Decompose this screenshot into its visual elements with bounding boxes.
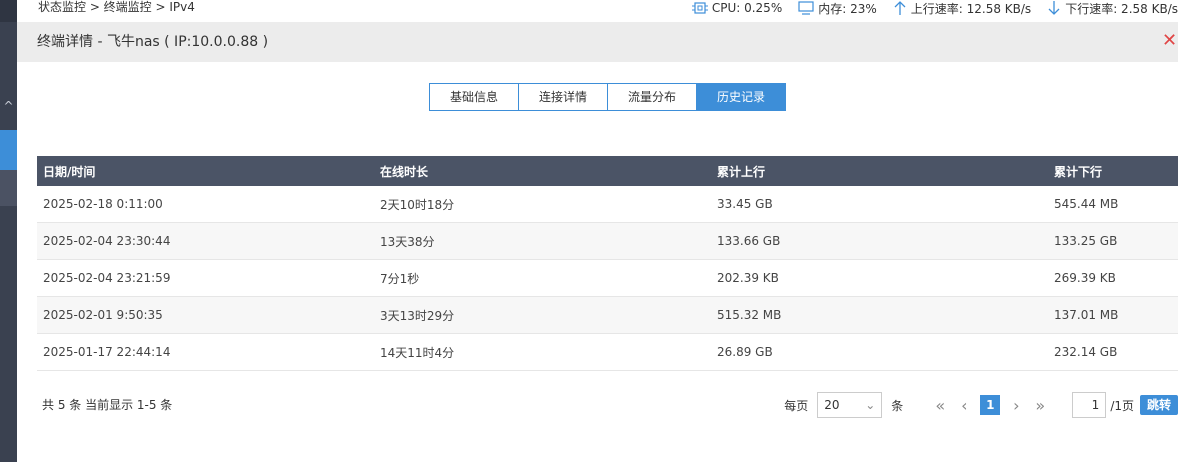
per-page-value: 20	[824, 398, 840, 412]
table-row: 2025-02-04 23:30:44 13天38分 133.66 GB 133…	[37, 223, 1178, 260]
per-page-select[interactable]: 20 ⌄	[817, 392, 883, 418]
page-number-current[interactable]: 1	[980, 395, 1001, 415]
close-icon[interactable]: ✕	[1162, 31, 1177, 51]
jump-button[interactable]: 跳转	[1140, 395, 1178, 415]
cell-total-upload: 202.39 KB	[717, 271, 779, 285]
page-title: 终端详情 - 飞牛nas ( IP:10.0.0.88 )	[37, 34, 269, 50]
tab-bar: 基础信息 连接详情 流量分布 历史记录	[429, 83, 786, 111]
per-page-unit: 条	[891, 398, 904, 413]
download-rate: 下行速率: 2.58 KB/s	[1065, 1, 1178, 16]
cell-total-upload: 515.32 MB	[717, 308, 782, 322]
record-summary: 共 5 条 当前显示 1-5 条	[42, 398, 173, 412]
cell-total-download: 545.44 MB	[1054, 197, 1119, 211]
table-row: 2025-01-17 22:44:14 14天11时4分 26.89 GB 23…	[37, 334, 1178, 371]
pagination: 每页 20 ⌄ 条 « ‹ 1 › » 1 /1页 跳转	[784, 392, 1178, 418]
arrow-down-icon	[1048, 1, 1060, 15]
chevron-up-icon[interactable]: ^	[0, 92, 17, 120]
cell-total-upload: 33.45 GB	[717, 197, 773, 211]
cell-datetime: 2025-02-01 9:50:35	[43, 308, 163, 322]
table-header: 日期/时间 在线时长 累计上行 累计下行	[37, 156, 1178, 186]
first-page-icon[interactable]: «	[931, 396, 949, 415]
column-header-total-download[interactable]: 累计下行	[1048, 156, 1178, 186]
cell-datetime: 2025-02-04 23:30:44	[43, 234, 171, 248]
column-header-total-upload[interactable]: 累计上行	[711, 156, 1048, 186]
tab-basic-info[interactable]: 基础信息	[429, 83, 519, 111]
history-table: 日期/时间 在线时长 累计上行 累计下行 2025-02-18 0:11:00 …	[37, 156, 1178, 371]
table-row: 2025-02-18 0:11:00 2天10时18分 33.45 GB 545…	[37, 186, 1178, 223]
cell-total-upload: 26.89 GB	[717, 345, 773, 359]
cell-online-duration: 2天10时18分	[380, 197, 455, 212]
cell-datetime: 2025-02-04 23:21:59	[43, 271, 171, 285]
upload-rate: 上行速率: 12.58 KB/s	[910, 1, 1032, 16]
sidebar-item-active[interactable]	[0, 130, 17, 170]
cell-total-download: 137.01 MB	[1054, 308, 1119, 322]
detail-header: 终端详情 - 飞牛nas ( IP:10.0.0.88 ) ✕	[17, 22, 1178, 62]
cell-total-download: 269.39 KB	[1054, 271, 1116, 285]
memory-stat: 内存: 23%	[798, 0, 877, 16]
chevron-down-icon: ⌄	[865, 398, 876, 412]
column-header-online-duration[interactable]: 在线时长	[374, 156, 711, 186]
tab-connection-details[interactable]: 连接详情	[518, 83, 608, 111]
cpu-value: CPU: 0.25%	[711, 1, 783, 15]
cpu-stat: CPU: 0.25%	[691, 0, 783, 16]
next-page-icon[interactable]: ›	[1007, 396, 1025, 415]
cell-datetime: 2025-02-18 0:11:00	[43, 197, 163, 211]
upload-stat: 上行速率: 12.58 KB/s	[893, 0, 1031, 16]
monitor-icon	[798, 1, 814, 15]
last-page-icon[interactable]: »	[1031, 396, 1049, 415]
cell-datetime: 2025-01-17 22:44:14	[43, 345, 171, 359]
cpu-icon	[691, 2, 708, 14]
table-footer: 共 5 条 当前显示 1-5 条 每页 20 ⌄ 条 « ‹ 1 › » 1 /…	[37, 390, 1178, 420]
cell-online-duration: 14天11时4分	[380, 345, 455, 360]
tab-traffic-distribution[interactable]: 流量分布	[607, 83, 697, 111]
arrow-up-icon	[894, 1, 906, 15]
tab-history[interactable]: 历史记录	[696, 83, 786, 111]
cell-online-duration: 7分1秒	[380, 271, 420, 286]
total-pages: /1页	[1110, 398, 1134, 413]
page-jump-input[interactable]: 1	[1072, 392, 1107, 418]
column-header-datetime[interactable]: 日期/时间	[37, 156, 374, 186]
cell-online-duration: 3天13时29分	[380, 308, 455, 323]
download-stat: 下行速率: 2.58 KB/s	[1047, 0, 1178, 16]
table-row: 2025-02-04 23:21:59 7分1秒 202.39 KB 269.3…	[37, 260, 1178, 297]
table-row: 2025-02-01 9:50:35 3天13时29分 515.32 MB 13…	[37, 297, 1178, 334]
cell-total-upload: 133.66 GB	[717, 234, 781, 248]
sidebar: ^	[0, 0, 17, 462]
top-bar: 状态监控 > 终端监控 > IPv4 CPU: 0.25% 内存: 23% 上行	[17, 0, 1178, 22]
cell-online-duration: 13天38分	[380, 234, 435, 249]
cell-total-download: 133.25 GB	[1054, 234, 1118, 248]
per-page-label: 每页	[784, 398, 809, 413]
cell-total-download: 232.14 GB	[1054, 345, 1118, 359]
system-stats: CPU: 0.25% 内存: 23% 上行速率: 12.58 KB/s 下行速率…	[691, 0, 1178, 16]
memory-value: 内存: 23%	[818, 1, 877, 16]
sidebar-item[interactable]	[0, 170, 17, 206]
sidebar-top-block	[0, 0, 17, 22]
prev-page-icon[interactable]: ‹	[955, 396, 973, 415]
breadcrumb: 状态监控 > 终端监控 > IPv4	[38, 0, 195, 14]
